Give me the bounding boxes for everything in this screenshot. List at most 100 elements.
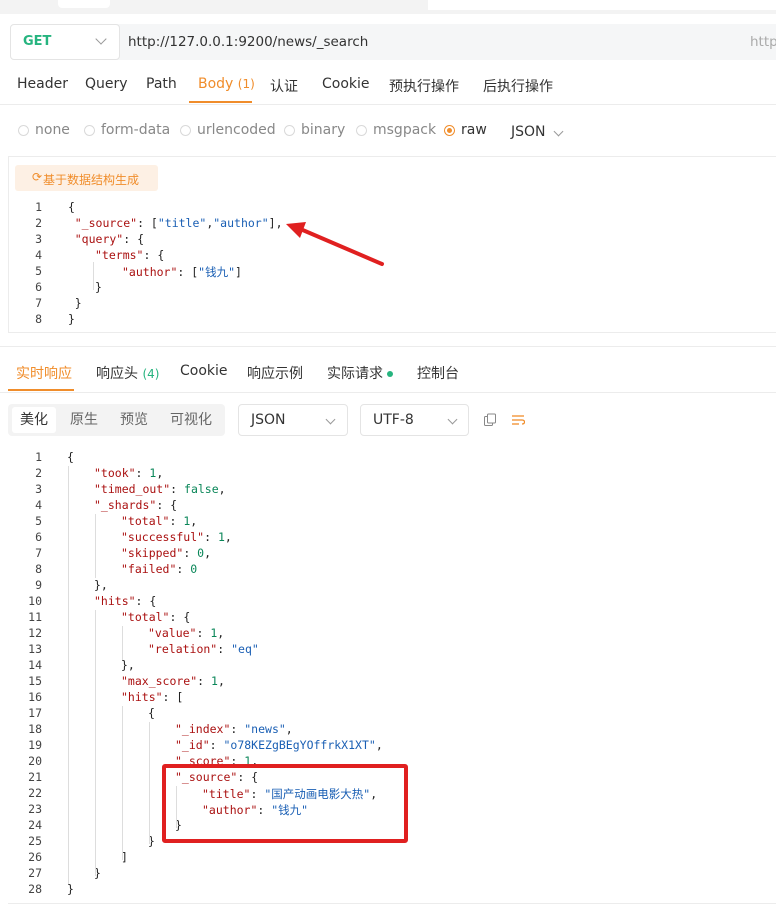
response-line-number: 16 (28, 690, 42, 704)
active-tab-underline (189, 101, 252, 103)
tab-body-label: Body (198, 76, 234, 92)
response-tabs: 实时响应 响应头 (4) Cookie 响应示例 实际请求 控制台 (0, 356, 776, 393)
response-code-line: "hits": { (94, 594, 157, 608)
copy-icon[interactable] (483, 413, 497, 427)
response-line-number: 11 (28, 610, 42, 624)
response-line-number: 26 (28, 850, 42, 864)
tab-response-headers-label: 响应头 (96, 366, 138, 382)
radio-none[interactable]: none (18, 122, 70, 138)
radio-label: none (35, 122, 70, 138)
response-line-number: 18 (28, 722, 42, 736)
method-label: GET (23, 34, 52, 49)
radio-label: binary (301, 122, 346, 138)
radio-circle-icon (18, 124, 29, 136)
response-line-number: 14 (28, 658, 42, 672)
view-visualize[interactable]: 可视化 (162, 407, 220, 433)
url-input[interactable]: http://127.0.0.1:9200/news/_search (128, 34, 368, 50)
response-code-line: }, (121, 658, 135, 672)
tab-body[interactable]: Body (1) (198, 76, 255, 92)
refresh-icon: ⟳ (32, 170, 43, 184)
response-code-line: "total": 1, (121, 514, 198, 528)
response-line-number: 22 (28, 786, 42, 800)
response-line-number: 28 (28, 882, 42, 896)
indent-guide (122, 626, 123, 660)
view-preview[interactable]: 预览 (112, 407, 156, 433)
tab-response-headers[interactable]: 响应头 (4) (96, 363, 159, 383)
response-code-line: { (148, 706, 155, 720)
request-code-line: } (95, 280, 102, 294)
response-code-line: }, (94, 578, 108, 592)
method-select[interactable]: GET (10, 24, 120, 60)
annotation-highlight-box (162, 764, 408, 843)
tab-actual-request-label: 实际请求 (327, 366, 383, 382)
status-dot-icon (387, 371, 393, 377)
encoding-select[interactable]: UTF-8 (360, 404, 469, 436)
response-line-number: 19 (28, 738, 42, 752)
response-line-number: 7 (35, 546, 42, 560)
view-beautify[interactable]: 美化 (12, 407, 56, 433)
indent-guide (149, 722, 150, 844)
radio-raw[interactable]: raw (444, 122, 487, 138)
generate-from-schema-button[interactable]: ⟳ 基于数据结构生成 (15, 165, 158, 191)
bottom-divider (8, 903, 776, 904)
request-code-line: "terms": { (95, 248, 165, 262)
response-code-line: "skipped": 0, (121, 546, 212, 560)
request-line-number: 4 (35, 248, 42, 262)
radio-label: urlencoded (197, 122, 276, 138)
request-code-line: "query": { (74, 232, 144, 246)
request-code-line: "_source": ["title","author"], (74, 216, 283, 230)
response-code-line: { (67, 450, 74, 464)
url-ghost-text: http (750, 34, 776, 50)
radio-msgpack[interactable]: msgpack (356, 122, 436, 138)
radio-label: raw (461, 122, 487, 138)
tab-response-example[interactable]: 响应示例 (247, 363, 303, 383)
tab-pre-script[interactable]: 预执行操作 (389, 76, 459, 96)
response-line-number: 25 (28, 834, 42, 848)
tab-console[interactable]: 控制台 (417, 363, 459, 383)
radio-label: form-data (101, 122, 171, 138)
top-tab-fragment-right (428, 0, 776, 10)
tab-post-script[interactable]: 后执行操作 (483, 76, 553, 96)
tab-auth[interactable]: 认证 (270, 76, 298, 96)
request-line-number: 2 (35, 216, 42, 230)
radio-form-data[interactable]: form-data (84, 122, 170, 138)
response-code-line: "relation": "eq" (148, 642, 259, 656)
tab-live-response[interactable]: 实时响应 (16, 363, 72, 383)
response-format-label: JSON (251, 412, 286, 428)
tab-path[interactable]: Path (146, 76, 177, 92)
response-line-number: 12 (28, 626, 42, 640)
chevron-down-icon (95, 33, 107, 45)
body-type-radios: none form-data urlencoded binary msgpack… (0, 122, 776, 146)
radio-urlencoded[interactable]: urlencoded (180, 122, 276, 138)
request-code-line: } (74, 296, 82, 310)
response-line-number: 20 (28, 754, 42, 768)
tab-response-cookie[interactable]: Cookie (180, 363, 228, 379)
response-line-number: 13 (28, 642, 42, 656)
top-tab-fragment[interactable] (58, 0, 110, 8)
tab-actual-request[interactable]: 实际请求 (327, 363, 393, 383)
indent-guide (95, 514, 96, 578)
view-raw[interactable]: 原生 (62, 407, 106, 433)
response-code-line: "failed": 0 (121, 562, 198, 576)
request-line-number: 6 (35, 280, 42, 294)
encoding-label: UTF-8 (373, 412, 414, 428)
tab-query[interactable]: Query (85, 76, 128, 92)
response-code-line: "timed_out": false, (94, 482, 226, 496)
response-code-line: "value": 1, (148, 626, 225, 640)
chevron-down-icon (325, 414, 336, 425)
request-line-number: 7 (35, 296, 42, 310)
response-format-select[interactable]: JSON (238, 404, 348, 436)
response-code-line: "took": 1, (94, 466, 164, 480)
response-code-line: "_index": "news", (175, 722, 293, 736)
wrap-lines-icon[interactable] (511, 413, 525, 427)
radio-label: msgpack (373, 122, 437, 138)
radio-binary[interactable]: binary (284, 122, 345, 138)
response-code-line: "max_score": 1, (121, 674, 225, 688)
response-line-number: 27 (28, 866, 42, 880)
body-format-select[interactable]: JSON (511, 124, 546, 140)
indent-guide (93, 262, 94, 290)
tab-cookie[interactable]: Cookie (322, 76, 370, 92)
tab-body-count: (1) (237, 77, 255, 91)
request-tabs: Header Query Path Body (1) 认证 Cookie 预执行… (0, 70, 776, 105)
tab-header[interactable]: Header (17, 76, 68, 92)
